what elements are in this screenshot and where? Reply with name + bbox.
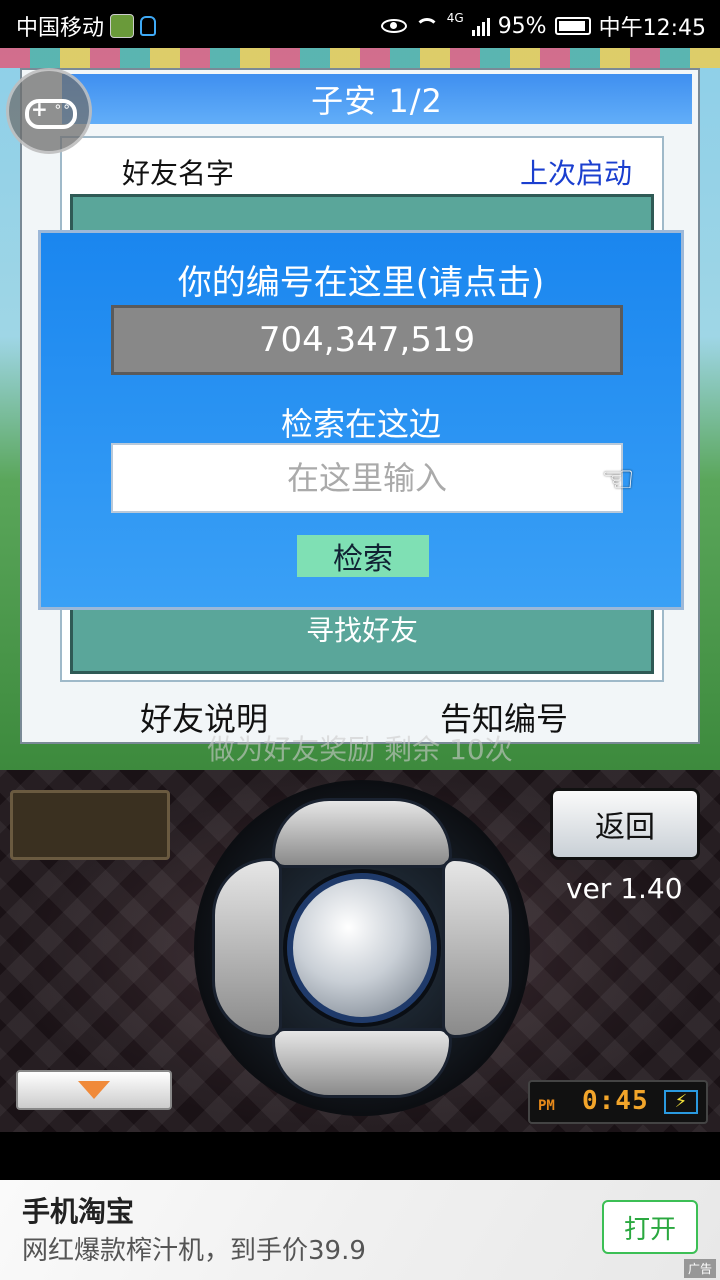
friend-search-popup: 你的编号在这里(请点击) 704,347,519 检索在这边 ☜ 检索 — [38, 230, 684, 610]
ad-open-button[interactable]: 打开 — [602, 1200, 698, 1254]
back-button[interactable]: 返回 — [550, 788, 700, 860]
status-bar-left: 中国移动 — [16, 10, 157, 42]
version-label: ver 1.40 — [566, 872, 683, 905]
pointing-hand-icon: ☜ — [601, 457, 636, 501]
game-app-icon — [110, 14, 135, 38]
carrier-label: 中国移动 — [16, 16, 105, 41]
status-bar: 中国移动 4G 95% 中午12:45 — [0, 0, 720, 48]
signal-icon — [471, 16, 490, 36]
eye-comfort-icon — [380, 19, 407, 33]
search-button[interactable]: 检索 — [297, 535, 429, 577]
popup-title: 你的编号在这里(请点击) — [177, 263, 545, 303]
lock-notification-icon — [140, 16, 157, 36]
gamepad-icon — [25, 97, 77, 129]
network-type-label: 4G — [446, 11, 464, 25]
find-friend-button[interactable]: 寻找好友 — [73, 609, 651, 649]
ad-banner[interactable]: 手机淘宝 网红爆款榨汁机，到手价39.9 打开 广告 — [0, 1180, 720, 1280]
gamepad-overlay-icon[interactable] — [6, 68, 92, 154]
user-number-field[interactable]: 704,347,519 — [111, 305, 623, 375]
controller-display — [10, 790, 170, 860]
battery-percent: 95% — [497, 13, 547, 39]
dpad-center-button[interactable] — [287, 873, 437, 1023]
column-header-last-launch: 上次启动 — [519, 157, 632, 190]
clock-label: 中午12:45 — [598, 16, 706, 41]
dpad-left-button[interactable] — [212, 858, 282, 1038]
clock-time: 0:45 — [582, 1086, 649, 1116]
dpad-down-button[interactable] — [272, 1028, 452, 1098]
friend-reward-text: 做为好友奖励 剩余 10次 — [207, 733, 513, 766]
game-clock: PM 0:45 ⚡ — [528, 1080, 708, 1124]
lightning-battery-icon: ⚡ — [664, 1090, 698, 1114]
dialog-title: 子安 1/2 — [62, 74, 692, 124]
search-label: 检索在这边 — [280, 405, 441, 443]
search-input[interactable] — [111, 443, 623, 513]
dpad — [194, 780, 530, 1116]
clock-period: PM — [538, 1098, 555, 1114]
dpad-right-button[interactable] — [442, 858, 512, 1038]
battery-icon — [554, 17, 591, 35]
ad-badge: 广告 — [683, 1259, 716, 1278]
dpad-up-button[interactable] — [272, 798, 452, 868]
wifi-icon — [414, 16, 439, 36]
virtual-controller: 返回 ver 1.40 PM 0:45 ⚡ — [0, 770, 720, 1132]
game-screen: 子安 1/2 好友名字 上次启动 寻找好友 好友说明 告知编号 做为好友奖励 剩… — [0, 48, 720, 770]
game-background-banner — [0, 48, 720, 68]
scroll-down-button[interactable] — [16, 1070, 172, 1110]
ad-title: 手机淘宝 — [22, 1195, 135, 1228]
ad-description: 网红爆款榨汁机，到手价39.9 — [22, 1236, 366, 1266]
column-header-friend-name: 好友名字 — [122, 157, 235, 190]
triangle-down-icon — [78, 1081, 110, 1099]
status-bar-right: 4G 95% 中午12:45 — [380, 10, 706, 42]
